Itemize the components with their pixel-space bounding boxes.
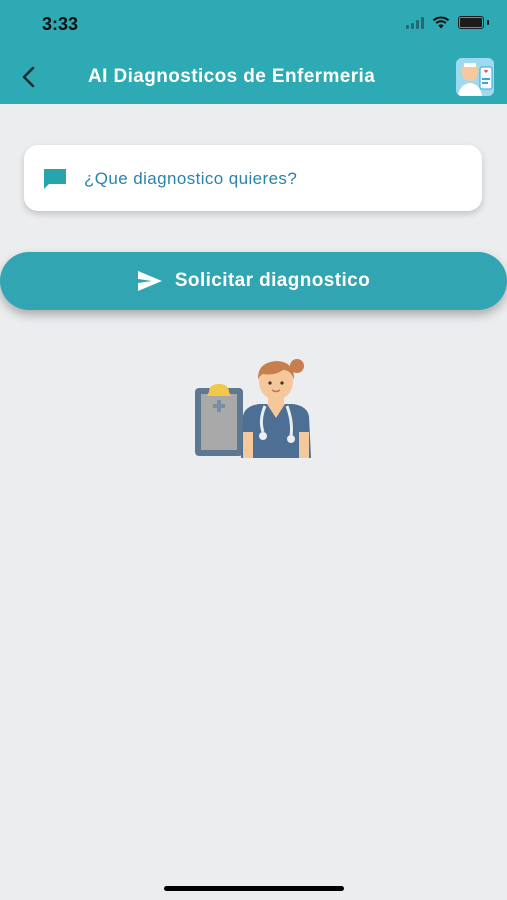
battery-icon (458, 16, 484, 29)
app-logo (456, 58, 494, 96)
back-button[interactable] (14, 62, 44, 92)
status-time: 3:33 (42, 14, 79, 34)
nurse-logo-icon (456, 58, 494, 96)
wifi-icon (432, 16, 450, 29)
diagnosis-input-card[interactable] (24, 145, 482, 211)
chevron-left-icon (22, 66, 35, 88)
cellular-signal-icon (406, 16, 424, 29)
chat-icon (44, 169, 66, 189)
request-diagnosis-label: Solicitar diagnostico (174, 270, 371, 291)
battery-tip (487, 20, 489, 25)
send-icon (137, 271, 162, 291)
status-icons (406, 16, 489, 29)
page-title: AI Diagnosticos de Enfermeria (88, 66, 376, 87)
request-diagnosis-button[interactable]: Solicitar diagnostico (0, 252, 507, 310)
nurse-clipboard-illustration (195, 359, 311, 458)
diagnosis-input[interactable] (82, 163, 466, 195)
app-header: 3:33 AI Diagnosticos de Enfermeria (0, 0, 507, 104)
home-indicator[interactable] (164, 886, 344, 891)
